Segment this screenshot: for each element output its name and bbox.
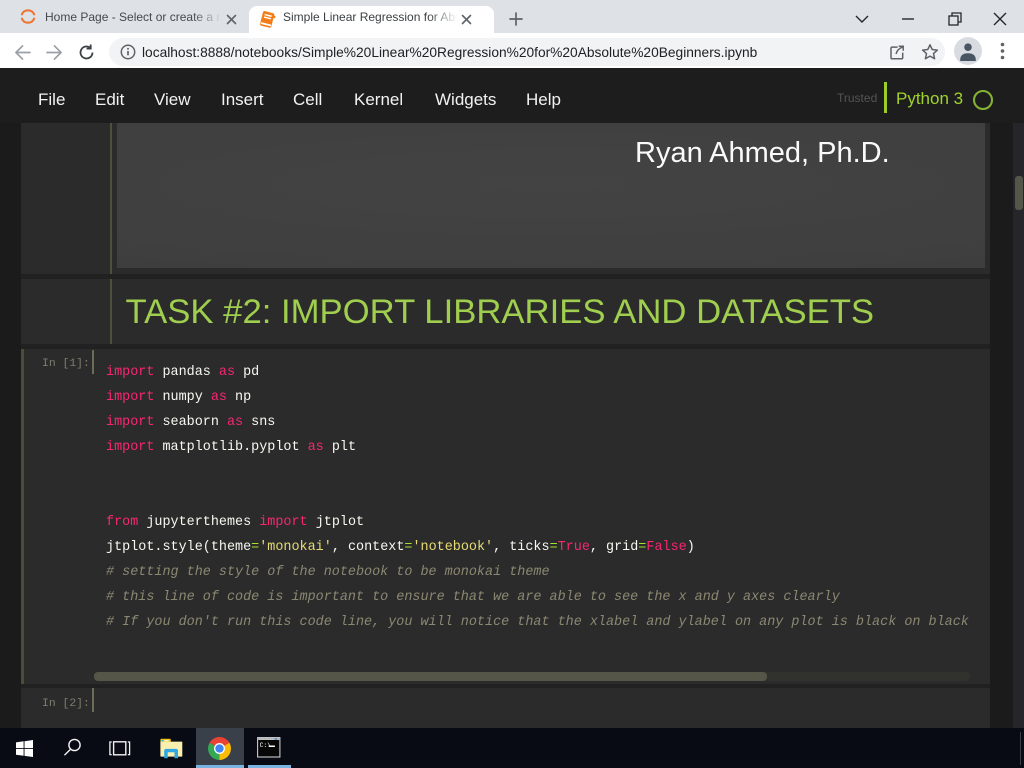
svg-text:C:\: C:\ [259,742,271,749]
